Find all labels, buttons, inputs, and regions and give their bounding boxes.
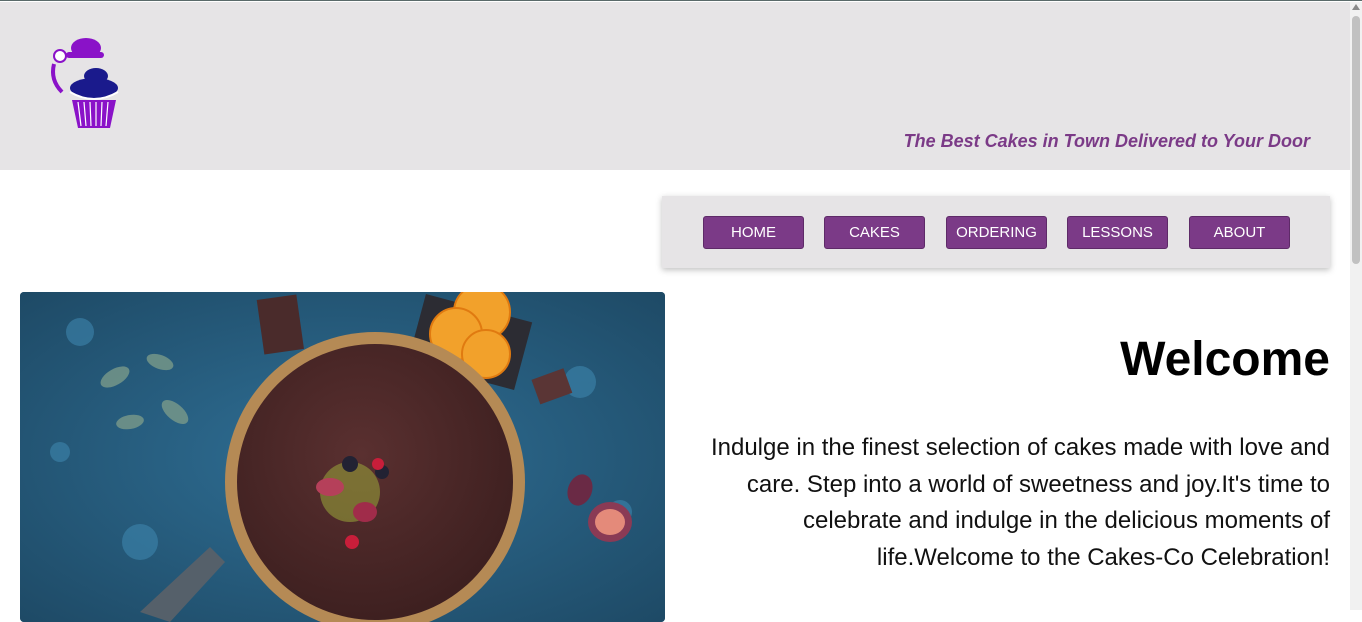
nav-lessons-button[interactable]: LESSONS xyxy=(1067,216,1168,249)
scrollbar-thumb[interactable] xyxy=(1352,16,1360,264)
chocolate-tart-image xyxy=(20,292,665,622)
scroll-up-arrow-icon[interactable] xyxy=(1352,4,1360,10)
intro-paragraph: Indulge in the finest selection of cakes… xyxy=(710,434,1330,571)
nav-cakes-button[interactable]: CAKES xyxy=(824,216,925,249)
nav-ordering-button[interactable]: ORDERING xyxy=(946,216,1047,249)
nav-home-button[interactable]: HOME xyxy=(703,216,804,249)
nav-about-button[interactable]: ABOUT xyxy=(1189,216,1290,249)
cupcake-logo-icon[interactable] xyxy=(40,36,124,130)
site-header: The Best Cakes in Town Delivered to Your… xyxy=(0,2,1350,170)
page: The Best Cakes in Town Delivered to Your… xyxy=(0,1,1350,622)
page-scrollbar[interactable] xyxy=(1350,2,1362,610)
welcome-heading: Welcome xyxy=(1120,333,1330,386)
site-tagline: The Best Cakes in Town Delivered to Your… xyxy=(903,131,1310,151)
main-nav: HOME CAKES ORDERING LESSONS ABOUT xyxy=(662,196,1330,268)
